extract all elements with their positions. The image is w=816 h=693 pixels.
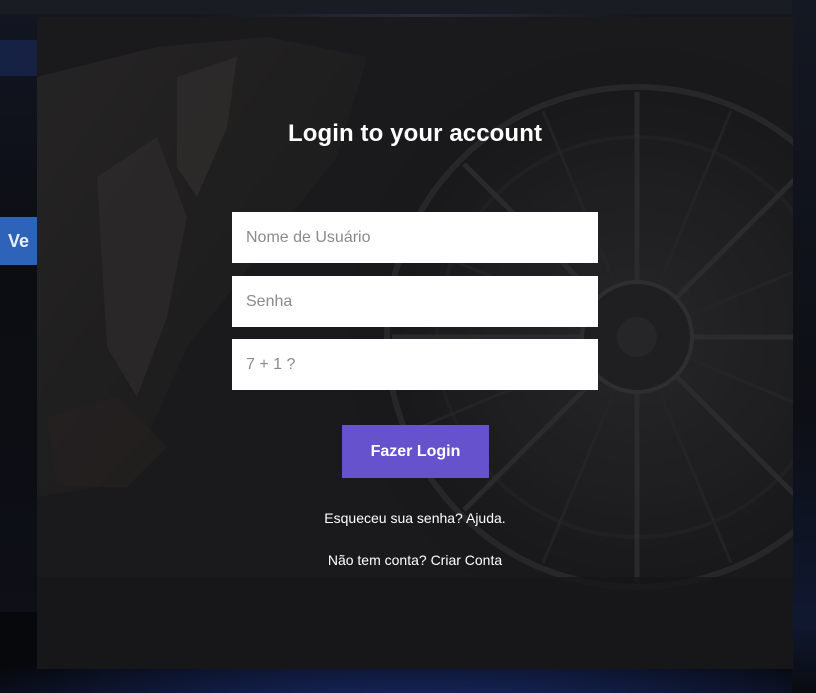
login-modal: Login to your account Fazer Login Esquec… <box>37 17 793 669</box>
captcha-field[interactable] <box>232 339 598 390</box>
login-form: Login to your account Fazer Login Esquec… <box>37 17 793 669</box>
forgot-password-text: Esqueceu sua senha? <box>324 510 463 526</box>
username-field[interactable] <box>232 212 598 263</box>
header-strip <box>0 0 816 14</box>
background-tab: Ve <box>0 217 40 265</box>
create-account-link[interactable]: Criar Conta <box>431 552 503 568</box>
modal-title: Login to your account <box>287 120 543 147</box>
forgot-password-line: Esqueceu sua senha? Ajuda. <box>37 510 793 526</box>
right-edge-strip <box>792 0 816 693</box>
help-link[interactable]: Ajuda. <box>466 510 506 526</box>
signup-line: Não tem conta? Criar Conta <box>37 552 793 568</box>
password-field[interactable] <box>232 276 598 327</box>
signup-text: Não tem conta? <box>327 552 427 568</box>
login-button[interactable]: Fazer Login <box>342 425 489 478</box>
